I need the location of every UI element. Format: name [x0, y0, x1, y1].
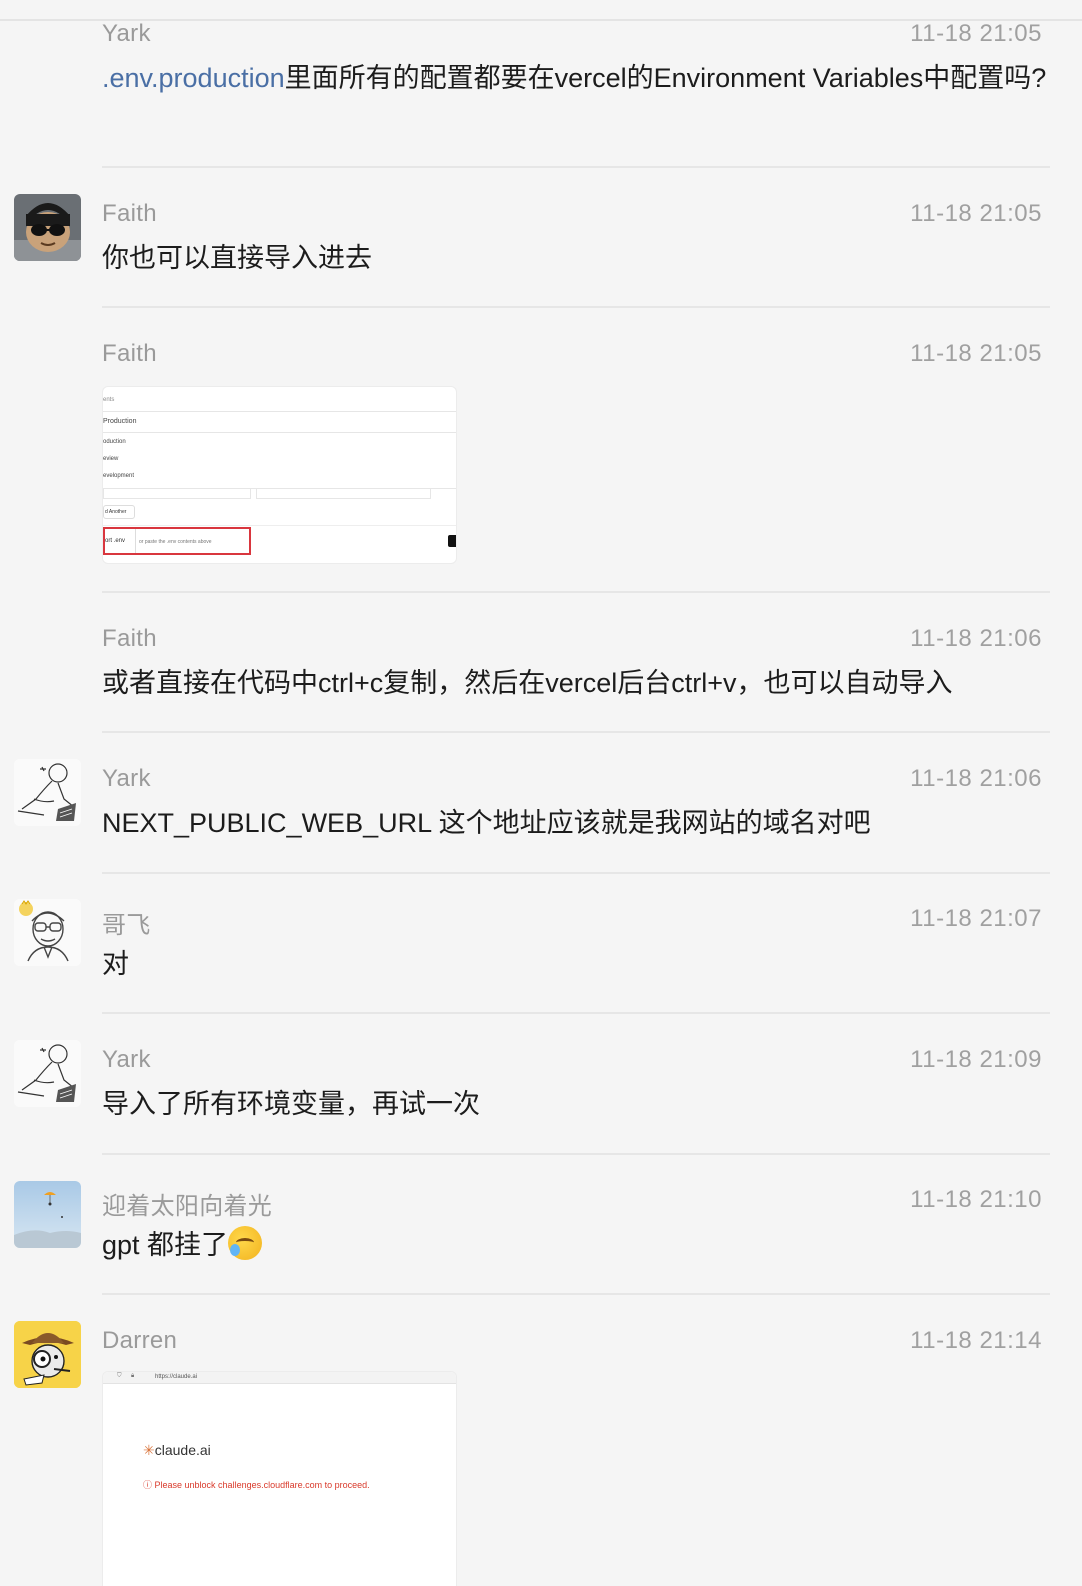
message-time: 11-18 21:06 — [910, 625, 1042, 652]
sender-name[interactable]: 哥飞 — [102, 905, 151, 940]
message-divider — [102, 731, 1050, 733]
image-text: oduction — [103, 439, 126, 445]
message-divider — [102, 1012, 1050, 1014]
message-divider — [102, 306, 1050, 308]
image-text: ort .env — [105, 538, 126, 544]
warning-circle-icon: ⓘ — [143, 1480, 155, 1490]
avatar-darren[interactable] — [14, 1321, 81, 1388]
image-divider — [103, 525, 456, 526]
image-brand: ✳claude.ai — [143, 1442, 211, 1458]
message-time: 11-18 21:05 — [910, 200, 1042, 227]
image-text: Production — [103, 418, 137, 425]
image-text: ents — [103, 397, 115, 403]
image-text: evelopment — [103, 473, 135, 479]
message-divider — [102, 872, 1050, 874]
image-divider — [135, 529, 136, 553]
avatar-sunlight[interactable] — [14, 1181, 81, 1248]
sender-name[interactable]: Yark — [102, 765, 151, 793]
sparkle-icon: ✳ — [143, 1442, 155, 1458]
image-text: eview — [103, 456, 119, 462]
message-divider — [102, 166, 1050, 168]
lock-icon: 🔒︎ — [131, 1373, 135, 1379]
message-time: 11-18 21:14 — [910, 1327, 1042, 1354]
avatar-yark-icon — [14, 1040, 81, 1107]
avatar-gefei[interactable] — [14, 899, 81, 966]
shield-icon: ⛉ — [117, 1373, 122, 1379]
message-time: 11-18 21:05 — [910, 20, 1042, 47]
image-attachment-claude[interactable]: ⛉ 🔒︎ https://claude.ai ✳claude.ai ⓘ Plea… — [102, 1371, 457, 1586]
laughing-crying-emoji-icon — [228, 1226, 263, 1260]
sender-name[interactable]: Faith — [102, 200, 157, 228]
message-text[interactable]: NEXT_PUBLIC_WEB_URL 这个地址应该就是我网站的域名对吧 — [102, 803, 1050, 843]
message-link[interactable]: .env.production — [102, 63, 285, 93]
message-divider — [102, 1293, 1050, 1295]
image-save-button — [448, 535, 456, 547]
image-error-text: ⓘ Please unblock challenges.cloudflare.c… — [143, 1480, 370, 1490]
message-time: 11-18 21:05 — [910, 340, 1042, 367]
message-divider — [102, 1153, 1050, 1155]
image-dropdown: oduction eview evelopment — [103, 433, 456, 489]
message-time: 11-18 21:10 — [910, 1186, 1042, 1213]
image-select-box: Production — [103, 411, 456, 433]
sender-name[interactable]: Darren — [102, 1327, 177, 1355]
sender-name[interactable]: Yark — [102, 1046, 151, 1074]
avatar-sunlight-icon — [14, 1181, 81, 1248]
sender-name[interactable]: Faith — [102, 625, 157, 653]
message-text[interactable]: gpt 都挂了 — [102, 1225, 1050, 1265]
message-divider — [102, 591, 1050, 593]
avatar-yark[interactable] — [14, 759, 81, 826]
avatar-faith[interactable] — [14, 194, 81, 261]
image-button: d Another — [103, 505, 135, 519]
avatar-gefei-icon — [14, 899, 81, 966]
message-time: 11-18 21:06 — [910, 765, 1042, 792]
sender-name[interactable]: 迎着太阳向着光 — [102, 1186, 272, 1221]
sender-name[interactable]: Faith — [102, 340, 157, 368]
image-url-text: https://claude.ai — [155, 1374, 198, 1380]
message-text[interactable]: 导入了所有环境变量，再试一次 — [102, 1084, 1050, 1124]
message-text[interactable]: 对 — [102, 944, 1050, 984]
image-input — [103, 489, 251, 499]
image-text: or paste the .env contents above — [139, 539, 212, 545]
avatar-yark[interactable] — [14, 1040, 81, 1107]
image-attachment-env-import[interactable]: ents Production oduction eview evelopmen… — [102, 386, 457, 564]
message-text[interactable]: 你也可以直接导入进去 — [102, 238, 1050, 278]
sender-name[interactable]: Yark — [102, 20, 151, 48]
message-text[interactable]: 或者直接在代码中ctrl+c复制，然后在vercel后台ctrl+v，也可以自动… — [102, 663, 1050, 703]
avatar-darren-icon — [14, 1321, 81, 1388]
image-browser-bar: ⛉ 🔒︎ https://claude.ai — [103, 1372, 456, 1384]
message-text[interactable]: .env.production里面所有的配置都要在vercel的Environm… — [102, 58, 1050, 98]
message-time: 11-18 21:09 — [910, 1046, 1042, 1073]
avatar-yark-icon — [14, 759, 81, 826]
message-time: 11-18 21:07 — [910, 905, 1042, 932]
image-input — [256, 489, 431, 499]
image-highlight-box: ort .env or paste the .env contents abov… — [103, 527, 251, 555]
avatar-faith-icon — [14, 194, 81, 261]
